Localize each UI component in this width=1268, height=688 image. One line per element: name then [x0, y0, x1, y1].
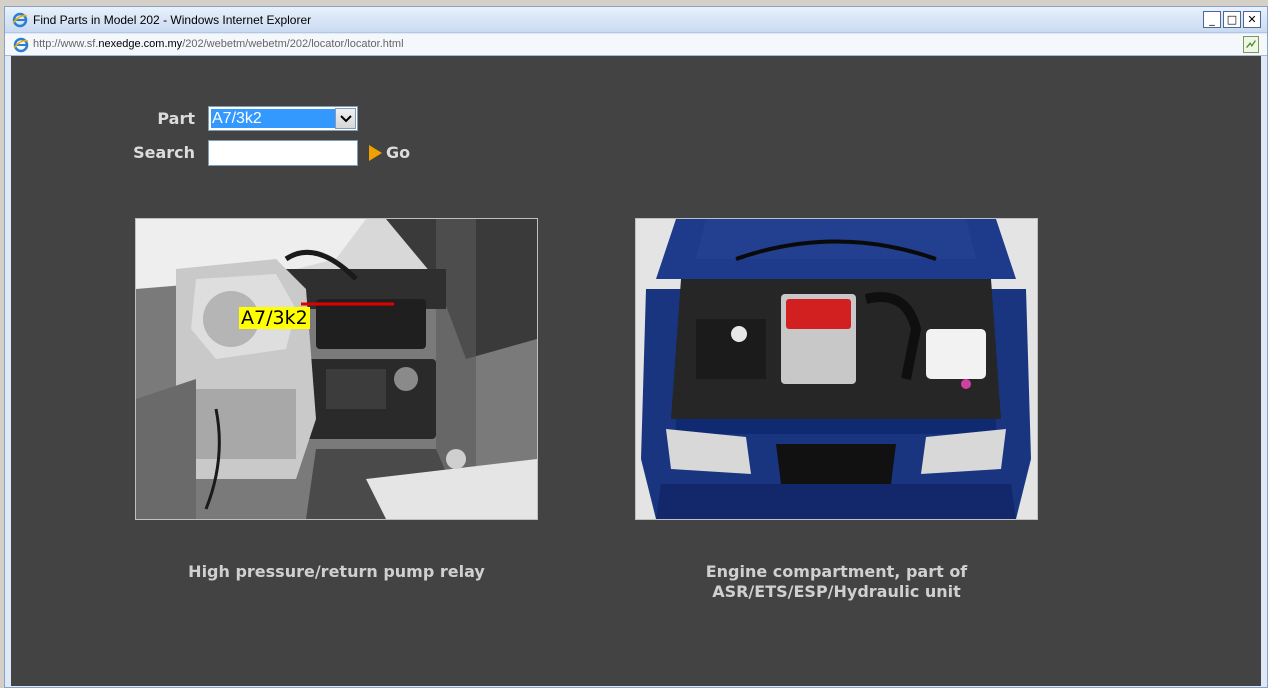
part-select-value: A7/3k2 — [211, 109, 335, 128]
right-caption-line2: ASR/ETS/ESP/Hydraulic unit — [712, 582, 961, 601]
page-content: Part A7/3k2 Search Go A7/3k2 High pressu… — [11, 56, 1261, 686]
go-label: Go — [386, 143, 411, 162]
maximize-button[interactable]: □ — [1223, 11, 1241, 28]
page-status-icon[interactable] — [1243, 36, 1259, 53]
browser-window: Find Parts in Model 202 - Windows Intern… — [4, 6, 1268, 688]
url-prefix: http://www.sf. — [33, 38, 99, 50]
url-domain: nexedge.com.my — [98, 38, 183, 50]
title-bar[interactable]: Find Parts in Model 202 - Windows Intern… — [5, 7, 1267, 33]
address-bar[interactable]: http://www.sf.nexedge.com.my/202/webetm/… — [5, 34, 1267, 56]
window-controls: _ □ ✕ — [1203, 11, 1261, 28]
minimize-button[interactable]: _ — [1203, 11, 1221, 28]
part-select[interactable]: A7/3k2 — [208, 106, 358, 131]
engine-photo-graphic — [636, 219, 1037, 519]
search-input[interactable] — [208, 140, 358, 166]
left-caption: High pressure/return pump relay — [188, 562, 485, 581]
ie-icon — [12, 12, 28, 28]
part-tag: A7/3k2 — [239, 307, 310, 329]
play-arrow-icon — [369, 144, 382, 161]
relay-photo-graphic — [136, 219, 537, 519]
search-label: Search — [133, 143, 195, 162]
relay-location-photo: A7/3k2 — [135, 218, 538, 520]
right-caption: Engine compartment, part of ASR/ETS/ESP/… — [635, 562, 1038, 602]
right-caption-line1: Engine compartment, part of — [705, 562, 968, 581]
close-button[interactable]: ✕ — [1243, 11, 1261, 28]
url-text[interactable]: http://www.sf.nexedge.com.my/202/webetm/… — [33, 38, 404, 50]
engine-compartment-photo — [635, 218, 1038, 520]
page-ie-icon — [13, 37, 29, 53]
go-button[interactable]: Go — [369, 143, 410, 162]
part-label: Part — [157, 109, 195, 128]
window-title: Find Parts in Model 202 - Windows Intern… — [33, 13, 312, 27]
chevron-down-icon[interactable] — [335, 108, 356, 129]
url-path: /202/webetm/webetm/202/locator/locator.h… — [182, 38, 404, 50]
